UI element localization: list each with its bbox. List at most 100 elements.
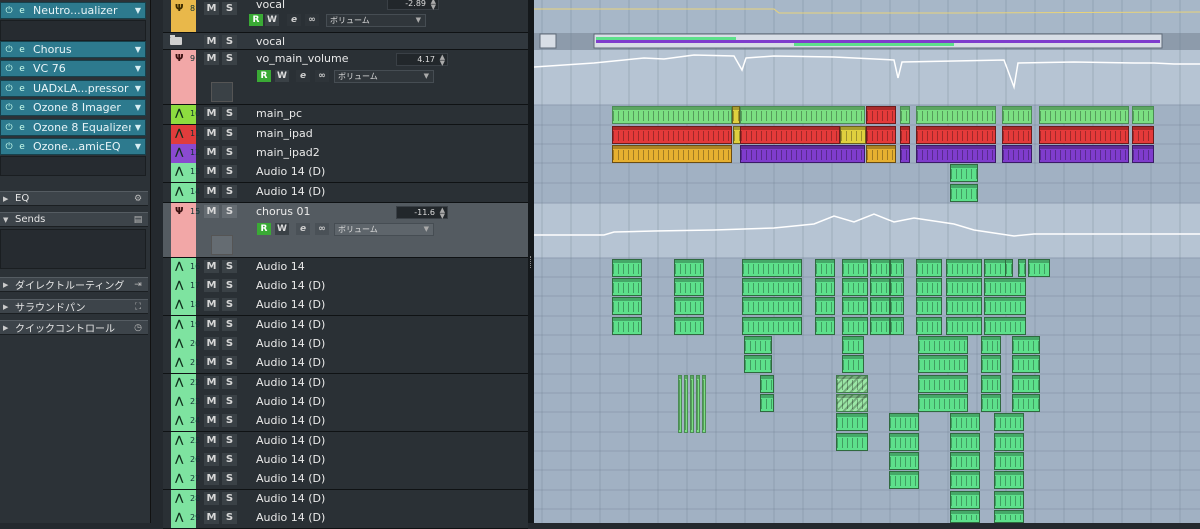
mute-button[interactable]: M (204, 337, 219, 350)
solo-button[interactable]: S (222, 356, 237, 369)
audio-event[interactable] (918, 336, 968, 354)
solo-button[interactable]: S (222, 414, 237, 427)
mute-button[interactable]: M (204, 127, 219, 140)
solo-button[interactable]: S (222, 165, 237, 178)
audio-event[interactable] (981, 336, 1001, 354)
audio-event[interactable] (1132, 106, 1154, 124)
audio-event[interactable] (994, 491, 1024, 509)
eq-settings-icon[interactable]: ⚙ (132, 194, 144, 204)
audio-event[interactable] (946, 297, 982, 315)
project-arrange-area[interactable] (534, 0, 1200, 523)
track-name[interactable]: Audio 14 (D) (256, 511, 325, 524)
track-name[interactable]: Audio 14 (D) (256, 318, 325, 331)
chevron-down-icon[interactable]: ▼ (131, 45, 145, 54)
audio-event[interactable] (1012, 394, 1040, 412)
track-row[interactable]: ⋀ 29 M S Audio 14 (D) (163, 509, 528, 529)
solo-button[interactable]: S (222, 260, 237, 273)
audio-event[interactable] (889, 413, 919, 431)
link-icon[interactable]: ∞ (315, 223, 329, 235)
audio-event[interactable] (760, 375, 774, 393)
mute-button[interactable]: M (204, 395, 219, 408)
track-name[interactable]: Audio 14 (D) (256, 414, 325, 427)
power-icon[interactable]: ⏻ (4, 64, 14, 74)
track-row[interactable]: ⋀ 26 M S Audio 14 (D) (163, 451, 528, 471)
power-icon[interactable]: ⏻ (4, 84, 14, 94)
mute-button[interactable]: M (204, 414, 219, 427)
audio-event[interactable] (889, 433, 919, 451)
audio-event[interactable] (836, 433, 868, 451)
track-name[interactable]: vo_main_volume (256, 52, 348, 65)
track-row[interactable]: ⋀ 22 M S Audio 14 (D) (163, 374, 528, 394)
read-automation-button[interactable]: R (249, 14, 263, 26)
track-name[interactable]: Audio 14 (D) (256, 337, 325, 350)
audio-event[interactable] (866, 126, 896, 144)
link-icon[interactable]: ∞ (315, 70, 329, 82)
track-row[interactable]: ⋀ 25 M S Audio 14 (D) (163, 432, 528, 452)
audio-event[interactable] (950, 510, 980, 523)
audio-event[interactable] (994, 433, 1024, 451)
write-automation-button[interactable]: W (275, 70, 289, 82)
audio-event[interactable] (918, 355, 968, 373)
track-name[interactable]: Audio 14 (D) (256, 492, 325, 505)
solo-button[interactable]: S (222, 127, 237, 140)
audio-event[interactable] (815, 278, 835, 296)
mute-button[interactable]: M (204, 434, 219, 447)
insert-slot-5[interactable]: ⏻ e Ozone 8 Imager ▼ (0, 99, 146, 116)
audio-event[interactable] (946, 259, 982, 277)
solo-button[interactable]: S (222, 318, 237, 331)
audio-event[interactable] (870, 278, 890, 296)
insert-slot-empty[interactable] (0, 20, 146, 41)
solo-button[interactable]: S (222, 107, 237, 120)
mute-button[interactable]: M (204, 511, 219, 524)
audio-event[interactable] (740, 145, 865, 163)
track-row[interactable]: ⋀ 21 M S Audio 14 (D) (163, 354, 528, 374)
audio-event[interactable] (612, 106, 732, 124)
track-row[interactable]: Ψ 8 M S vocal -2.89 ▲ ▼ R W e ∞ ボリューム ▼ (163, 0, 528, 33)
audio-event[interactable] (1012, 355, 1040, 373)
track-name[interactable]: Audio 14 (D) (256, 356, 325, 369)
audio-event[interactable] (674, 297, 704, 315)
track-row[interactable]: ⋀ 18 M S Audio 14 (D) (163, 296, 528, 316)
audio-event[interactable] (842, 278, 868, 296)
mute-button[interactable]: M (204, 146, 219, 159)
automation-parameter-select[interactable]: ボリューム ▼ (334, 223, 434, 236)
track-row[interactable]: ⋀ 16 M S Audio 14 (163, 258, 528, 278)
chevron-down-icon[interactable]: ▼ (131, 123, 145, 132)
audio-event[interactable] (1002, 126, 1032, 144)
audio-event[interactable] (981, 355, 1001, 373)
link-icon[interactable]: ∞ (305, 14, 319, 26)
audio-event[interactable] (916, 106, 996, 124)
track-name[interactable]: Audio 14 (D) (256, 185, 325, 198)
audio-event[interactable] (842, 259, 868, 277)
audio-event[interactable] (842, 336, 864, 354)
edit-automation-icon[interactable]: e (296, 70, 310, 82)
audio-event[interactable] (946, 317, 982, 335)
audio-event[interactable] (1005, 259, 1013, 277)
audio-event[interactable] (702, 375, 706, 433)
solo-button[interactable]: S (222, 511, 237, 524)
audio-event[interactable] (815, 317, 835, 335)
audio-event[interactable] (744, 336, 772, 354)
track-row[interactable]: ⋀ 14 M S Audio 14 (D) (163, 183, 528, 203)
edit-icon[interactable]: e (17, 123, 27, 133)
solo-button[interactable]: S (222, 395, 237, 408)
audio-event[interactable] (612, 297, 642, 315)
sends-settings-icon[interactable]: ▤ (132, 215, 144, 225)
track-name[interactable]: chorus 01 (256, 205, 310, 218)
audio-event[interactable] (696, 375, 700, 433)
mute-button[interactable]: M (204, 165, 219, 178)
edit-icon[interactable]: e (17, 6, 27, 16)
audio-event[interactable] (950, 471, 980, 489)
audio-event[interactable] (744, 355, 772, 373)
edit-icon[interactable]: e (17, 103, 27, 113)
audio-event[interactable] (1018, 259, 1026, 277)
track-row[interactable]: ⋀ 27 M S Audio 14 (D) (163, 470, 528, 490)
spin-arrows-icon[interactable]: ▲ ▼ (440, 207, 445, 220)
mute-button[interactable]: M (204, 260, 219, 273)
audio-event[interactable] (916, 126, 996, 144)
audio-event[interactable] (950, 433, 980, 451)
mute-button[interactable]: M (204, 205, 219, 218)
solo-button[interactable]: S (222, 2, 237, 15)
audio-event[interactable] (870, 297, 890, 315)
power-icon[interactable]: ⏻ (4, 45, 14, 55)
